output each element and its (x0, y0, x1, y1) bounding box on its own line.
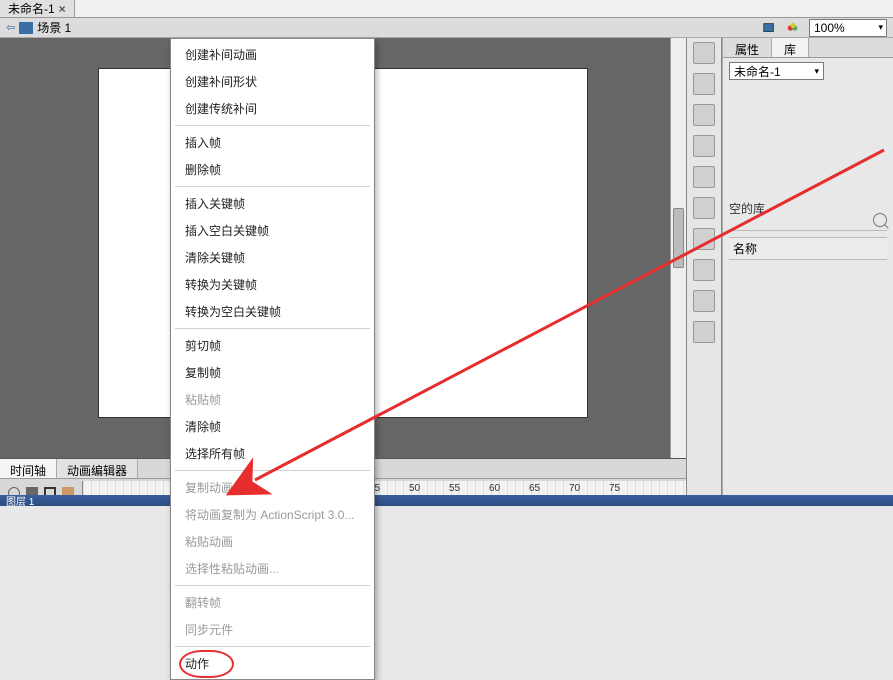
library-column-name[interactable]: 名称 (729, 237, 887, 260)
document-tab-bar: 未命名-1 × (0, 0, 893, 18)
tab-timeline[interactable]: 时间轴 (0, 459, 57, 478)
menu-separator (175, 470, 370, 471)
components-tool-icon[interactable] (693, 259, 715, 281)
menu-item: 同步元件 (171, 616, 374, 643)
menu-item: 翻转帧 (171, 589, 374, 616)
zoom-value: 100% (814, 21, 845, 35)
vertical-scrollbar[interactable] (670, 38, 686, 458)
taskbar: 图层 1 (0, 495, 893, 506)
scene-tool-icon[interactable] (693, 321, 715, 343)
menu-item[interactable]: 插入关键帧 (171, 190, 374, 217)
context-menu: 创建补间动画创建补间形状创建传统补间插入帧删除帧插入关键帧插入空白关键帧清除关键… (170, 38, 375, 680)
menu-separator (175, 125, 370, 126)
info-tool-icon[interactable] (693, 166, 715, 188)
menu-item: 粘贴动画 (171, 528, 374, 555)
menu-item[interactable]: 清除帧 (171, 413, 374, 440)
menu-item[interactable]: 转换为关键帧 (171, 271, 374, 298)
swatches-tool-icon[interactable] (693, 73, 715, 95)
menu-item[interactable]: 转换为空白关键帧 (171, 298, 374, 325)
color-tool-icon[interactable] (693, 42, 715, 64)
library-tool-icon[interactable] (693, 228, 715, 250)
menu-item[interactable]: 复制帧 (171, 359, 374, 386)
menu-item: 粘贴帧 (171, 386, 374, 413)
edit-scene-icon[interactable] (761, 21, 777, 35)
chevron-down-icon: ▾ (814, 66, 819, 77)
library-document-select[interactable]: 未命名-1 ▾ (729, 62, 824, 80)
menu-separator (175, 585, 370, 586)
scrollbar-thumb[interactable] (673, 208, 684, 268)
menu-separator (175, 328, 370, 329)
menu-item: 选择性粘贴动画... (171, 555, 374, 582)
menu-item[interactable]: 插入帧 (171, 129, 374, 156)
menu-item[interactable]: 清除关键帧 (171, 244, 374, 271)
scene-bar: ⇦ 场景 1 100% ▾ (0, 18, 893, 38)
menu-item[interactable]: 创建传统补间 (171, 95, 374, 122)
library-doc-name: 未命名-1 (734, 63, 781, 80)
ruler-mark: 50 (409, 483, 420, 494)
menu-item[interactable]: 剪切帧 (171, 332, 374, 359)
chevron-down-icon: ▾ (878, 22, 883, 33)
scene-label: 场景 1 (37, 19, 71, 36)
menu-item[interactable]: 删除帧 (171, 156, 374, 183)
ruler-mark: 70 (569, 483, 580, 494)
ruler-mark: 65 (529, 483, 540, 494)
close-icon[interactable]: × (59, 2, 66, 16)
menu-item[interactable]: 插入空白关键帧 (171, 217, 374, 244)
ruler-mark: 55 (449, 483, 460, 494)
align-tool-icon[interactable] (693, 135, 715, 157)
zoom-select[interactable]: 100% ▾ (809, 19, 887, 37)
transform-tool-icon[interactable] (693, 197, 715, 219)
menu-item: 复制动画 (171, 474, 374, 501)
document-tab[interactable]: 未命名-1 × (0, 0, 75, 17)
scene-icon (19, 22, 33, 34)
brush-tool-icon[interactable] (693, 104, 715, 126)
panel-area: 属性 库 未命名-1 ▾ 空的库 名称 (722, 38, 893, 506)
history-tool-icon[interactable] (693, 290, 715, 312)
ruler-mark: 60 (489, 483, 500, 494)
menu-separator (175, 186, 370, 187)
menu-item: 将动画复制为 ActionScript 3.0... (171, 501, 374, 528)
menu-item[interactable]: 创建补间形状 (171, 68, 374, 95)
menu-item[interactable]: 选择所有帧 (171, 440, 374, 467)
tab-motion-editor[interactable]: 动画编辑器 (57, 459, 138, 478)
menu-item[interactable]: 创建补间动画 (171, 41, 374, 68)
menu-item[interactable]: 动作 (171, 650, 374, 677)
tab-properties[interactable]: 属性 (723, 38, 772, 57)
ruler-mark: 75 (609, 483, 620, 494)
panel-tabs: 属性 库 (723, 38, 893, 58)
search-icon[interactable] (873, 213, 887, 227)
back-arrow-icon[interactable]: ⇦ (6, 21, 15, 34)
menu-separator (175, 646, 370, 647)
edit-symbol-icon[interactable] (785, 21, 801, 35)
document-tab-label: 未命名-1 (8, 0, 55, 17)
tab-library[interactable]: 库 (772, 38, 809, 57)
tool-palette (686, 38, 722, 506)
